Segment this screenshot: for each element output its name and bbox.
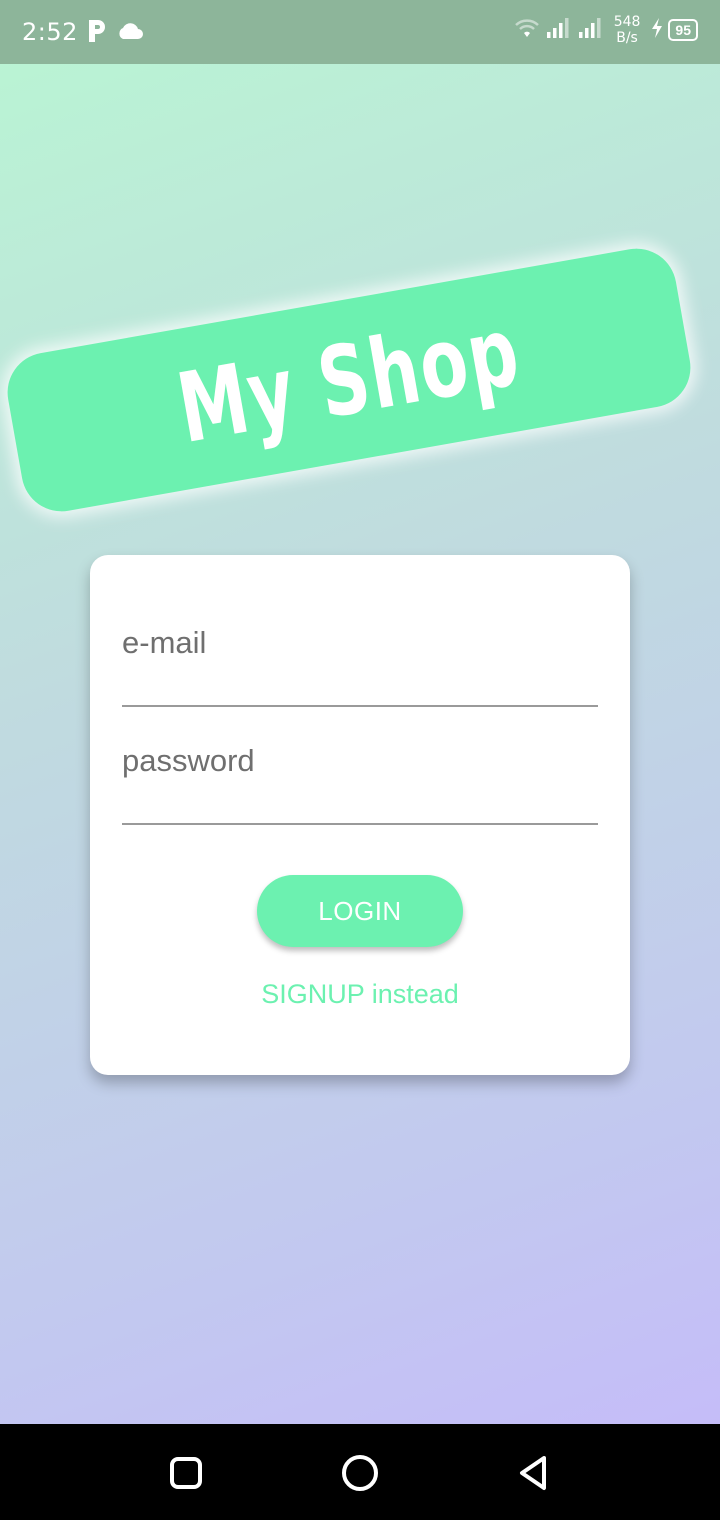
network-speed-unit: B/s (616, 30, 638, 46)
signal-icon (578, 16, 604, 45)
password-field[interactable]: password (122, 731, 598, 825)
login-card: e-mail password LOGIN SIGNUP instead (90, 555, 630, 1075)
login-button[interactable]: LOGIN (257, 875, 463, 947)
network-speed: 548 B/s (614, 14, 641, 46)
signup-instead-link[interactable]: SIGNUP instead (90, 979, 630, 1010)
recents-icon (170, 1457, 202, 1489)
battery-level: 95 (668, 19, 698, 41)
cloud-icon (116, 21, 144, 46)
battery-indicator: 95 (650, 17, 698, 44)
back-button[interactable] (509, 1448, 559, 1498)
status-time: 2:52 (22, 18, 78, 46)
email-field[interactable]: e-mail (122, 613, 598, 707)
password-placeholder: password (122, 743, 255, 778)
status-left-icons (86, 18, 144, 49)
charging-bolt-icon (650, 17, 664, 44)
app-logo-text: My Shop (169, 294, 529, 466)
status-right-icons: 548 B/s 95 (514, 14, 698, 46)
back-icon (520, 1456, 546, 1490)
logo-banner: My Shop (1, 242, 697, 518)
home-icon (342, 1455, 378, 1491)
navigation-bar (0, 1424, 720, 1520)
status-bar: 2:52 548 B/s 95 (0, 0, 720, 64)
email-placeholder: e-mail (122, 625, 207, 660)
wifi-icon (514, 17, 540, 44)
signal-icon (546, 16, 572, 45)
network-speed-value: 548 (613, 14, 641, 30)
recents-button[interactable] (161, 1448, 211, 1498)
parking-p-icon (86, 18, 108, 49)
home-button[interactable] (335, 1448, 385, 1498)
